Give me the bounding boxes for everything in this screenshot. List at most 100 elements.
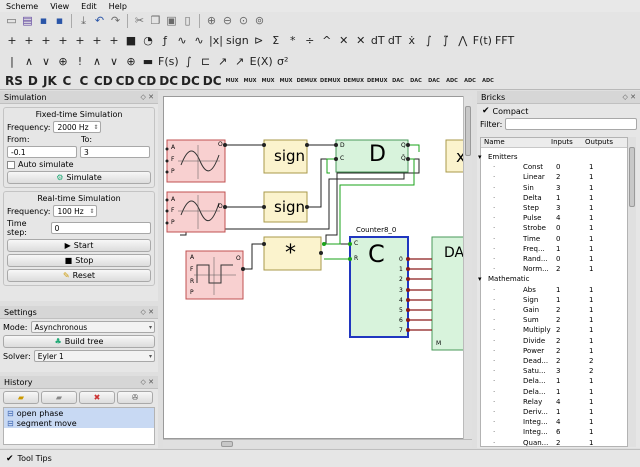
toolbar-brick-button[interactable]: + [89, 31, 105, 49]
history-open-button[interactable]: ▰ [3, 391, 39, 404]
toolbar-brick-button[interactable]: ∧ [21, 53, 37, 71]
toolbar-brick-button[interactable]: Σ [268, 31, 284, 49]
toolbar-brick-button[interactable]: ∫ [181, 53, 197, 71]
copy-icon[interactable]: ❐ [148, 13, 163, 28]
toolbar-brick-button[interactable]: * [285, 31, 301, 49]
zoom-reset-icon[interactable]: ⊚ [252, 13, 267, 28]
toolbar-brick-button[interactable]: ✕ [336, 31, 352, 49]
toolbar-brick-button[interactable]: + [4, 31, 20, 49]
build-tree-button[interactable]: ♣ Build tree [3, 335, 155, 348]
toolbar-brick-button[interactable]: ▬ [140, 53, 156, 71]
spinner-icon[interactable]: ⇕ [89, 208, 96, 215]
toolbar-brick-button[interactable]: DAC [407, 72, 424, 90]
toolbar-brick-button[interactable]: ⊳ [251, 31, 267, 49]
toolbar-brick-button[interactable]: CD [93, 72, 114, 90]
toolbar-brick-button[interactable]: | [4, 53, 20, 71]
column-header[interactable]: Name [481, 138, 551, 147]
export-icon[interactable]: ⤓ [76, 13, 91, 28]
toolbar-brick-button[interactable]: DEMUX [296, 72, 318, 90]
stop-button[interactable]: ■ Stop [7, 254, 151, 267]
toolbar-brick-button[interactable]: JK [42, 72, 58, 90]
scheme-canvas[interactable]: sign sign * D C Counter8_0 DA x A F P O … [163, 96, 472, 439]
toolbar-brick-button[interactable]: ∫ [421, 31, 437, 49]
tree-category[interactable]: ▾ Emitters [478, 152, 631, 162]
toolbar-brick-button[interactable]: ■ [123, 31, 139, 49]
toolbar-brick-button[interactable]: ! [72, 53, 88, 71]
reset-button[interactable]: ✎ Reset [7, 269, 151, 282]
save-icon[interactable]: ▪ [36, 13, 51, 28]
menu-view[interactable]: View [50, 2, 69, 11]
rt-frequency-input[interactable]: 100 Hz ⇕ [53, 205, 98, 217]
toolbar-brick-button[interactable]: DEMUX [343, 72, 365, 90]
history-list[interactable]: ⊟ open phase ⊟ segment move [3, 407, 155, 445]
toolbar-brick-button[interactable]: ⊕ [55, 53, 71, 71]
toolbar-brick-button[interactable]: + [55, 31, 71, 49]
brick-item[interactable]: · Time 0 1 [481, 234, 631, 244]
brick-item[interactable]: · Linear 2 1 [481, 172, 631, 182]
toolbar-brick-button[interactable]: DC [202, 72, 223, 90]
panel-controls[interactable]: ◇ ✕ [141, 378, 154, 386]
toolbar-brick-button[interactable]: ADC [479, 72, 496, 90]
toolbar-brick-button[interactable]: ÷ [302, 31, 318, 49]
toolbar-brick-button[interactable]: ∫̃ [438, 31, 454, 49]
toolbar-brick-button[interactable]: ADC [461, 72, 478, 90]
toolbar-brick-button[interactable]: ✕ [353, 31, 369, 49]
brick-item[interactable]: · Satu... 3 2 [481, 366, 631, 376]
toolbar-brick-button[interactable]: ADC [443, 72, 460, 90]
toolbar-brick-button[interactable]: CD [136, 72, 157, 90]
toolbar-brick-button[interactable]: FFT [494, 31, 515, 49]
brick-item[interactable]: · Relay 4 1 [481, 397, 631, 407]
canvas-horizontal-scrollbar[interactable] [163, 439, 472, 448]
toolbar-brick-button[interactable]: ∧ [89, 53, 105, 71]
spinner-icon[interactable]: ⇕ [93, 124, 100, 131]
brick-item[interactable]: · Power 2 1 [481, 346, 631, 356]
brick-item[interactable]: · Dela... 1 1 [481, 387, 631, 397]
panel-controls[interactable]: ◇ ✕ [623, 93, 636, 101]
brick-item[interactable]: · Step 3 1 [481, 203, 631, 213]
toolbar-brick-button[interactable]: + [106, 31, 122, 49]
toolbar-brick-button[interactable]: DEMUX [366, 72, 388, 90]
brick-item[interactable]: · Integ... 6 1 [481, 427, 631, 437]
toolbar-brick-button[interactable]: MUX [242, 72, 259, 90]
toolbar-brick-button[interactable]: DEMUX [319, 72, 341, 90]
toolbar-brick-button[interactable]: CD [115, 72, 136, 90]
brick-item[interactable]: · Dead... 2 2 [481, 356, 631, 366]
start-button[interactable]: ▶ Start [7, 239, 151, 252]
undo-icon[interactable]: ↶ [92, 13, 107, 28]
toolbar-brick-button[interactable]: ↗ [232, 53, 248, 71]
toolbar-brick-button[interactable]: MUX [278, 72, 295, 90]
toolbar-brick-button[interactable]: DC [180, 72, 201, 90]
zoom-fit-icon[interactable]: ⊙ [236, 13, 251, 28]
tooltips-check-icon[interactable]: ✔ [6, 454, 14, 464]
mode-select[interactable]: Asynchronous ▾ [30, 321, 155, 333]
simulate-button[interactable]: ⚙ Simulate [7, 171, 151, 184]
toolbar-brick-button[interactable]: MUX [224, 72, 241, 90]
toolbar-brick-button[interactable]: ⊕ [123, 53, 139, 71]
toolbar-brick-button[interactable]: dT [387, 31, 403, 49]
tree-category[interactable]: ▾ Mathematic [478, 274, 631, 284]
history-item[interactable]: ⊟ open phase [4, 408, 154, 418]
cut-icon[interactable]: ✂ [132, 13, 147, 28]
toolbar-brick-button[interactable]: sign [225, 31, 250, 49]
brick-item[interactable]: · Pulse 4 1 [481, 213, 631, 223]
save-as-icon[interactable]: ▪ [52, 13, 67, 28]
filter-input[interactable] [505, 118, 638, 130]
toolbar-brick-button[interactable]: DAC [389, 72, 406, 90]
toolbar-brick-button[interactable]: D [25, 72, 41, 90]
zoom-out-icon[interactable]: ⊖ [220, 13, 235, 28]
toolbar-brick-button[interactable]: ∨ [38, 53, 54, 71]
toolbar-brick-button[interactable]: + [38, 31, 54, 49]
timestep-input[interactable]: 0 [50, 222, 151, 234]
brick-item[interactable]: · Gain 2 1 [481, 305, 631, 315]
brick-item[interactable]: · Abs 1 1 [481, 285, 631, 295]
toolbar-brick-button[interactable]: ∿ [174, 31, 190, 49]
open-file-icon[interactable]: ▤ [20, 13, 35, 28]
toolbar-brick-button[interactable]: RS [4, 72, 24, 90]
brick-item[interactable]: · Multiply 2 1 [481, 325, 631, 335]
toolbar-brick-button[interactable]: C [76, 72, 92, 90]
scroll-thumb[interactable] [221, 441, 233, 447]
solver-select[interactable]: Eyler 1 ▾ [33, 350, 155, 362]
toolbar-brick-button[interactable]: ƒ [157, 31, 173, 49]
brick-item[interactable]: · Rand... 0 1 [481, 254, 631, 264]
panel-controls[interactable]: ◇ ✕ [141, 93, 154, 101]
